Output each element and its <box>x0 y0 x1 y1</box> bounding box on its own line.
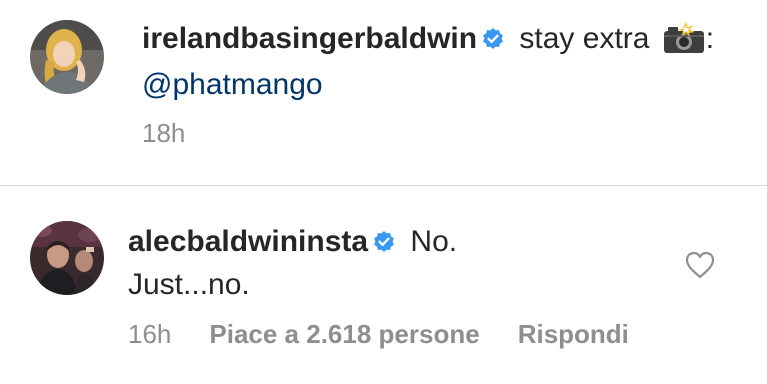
avatar[interactable] <box>30 221 104 295</box>
username[interactable]: irelandbasingerbaldwin <box>142 22 477 55</box>
caption-meta: 18h <box>142 118 185 149</box>
reply-meta: 16h Piace a 2.618 persone Rispondi <box>128 319 629 350</box>
heart-icon[interactable] <box>685 251 715 279</box>
caption-text-after: : <box>705 22 715 55</box>
comment-thread: irelandbasingerbaldwin stay extra : @pha… <box>0 0 767 384</box>
reply-comment: alecbaldwininsta No. Just...no. 16h Piace… <box>0 187 767 384</box>
timestamp: 18h <box>142 118 186 148</box>
reply-avatar-image <box>30 221 104 295</box>
timestamp: 16h <box>128 319 172 349</box>
reply-text: alecbaldwininsta No. Just...no. <box>128 222 657 305</box>
verified-badge-icon <box>372 225 396 265</box>
likes-count-link[interactable]: Piace a 2.618 persone <box>209 319 479 349</box>
caption-comment: irelandbasingerbaldwin stay extra : @pha… <box>0 0 767 186</box>
verified-badge-icon <box>481 22 505 62</box>
caption-text: irelandbasingerbaldwin stay extra : @pha… <box>142 19 727 105</box>
caption-avatar-image <box>30 20 104 94</box>
mention-link[interactable]: @phatmango <box>142 68 323 101</box>
avatar[interactable] <box>30 20 104 94</box>
caption-text-before: stay extra <box>511 22 658 55</box>
reply-text-line1: No. <box>402 225 458 258</box>
reply-text-line2: Just...no. <box>128 268 250 301</box>
username[interactable]: alecbaldwininsta <box>128 225 368 258</box>
reply-button[interactable]: Rispondi <box>518 319 629 349</box>
divider <box>0 185 767 186</box>
camera-flash-icon <box>662 22 706 65</box>
